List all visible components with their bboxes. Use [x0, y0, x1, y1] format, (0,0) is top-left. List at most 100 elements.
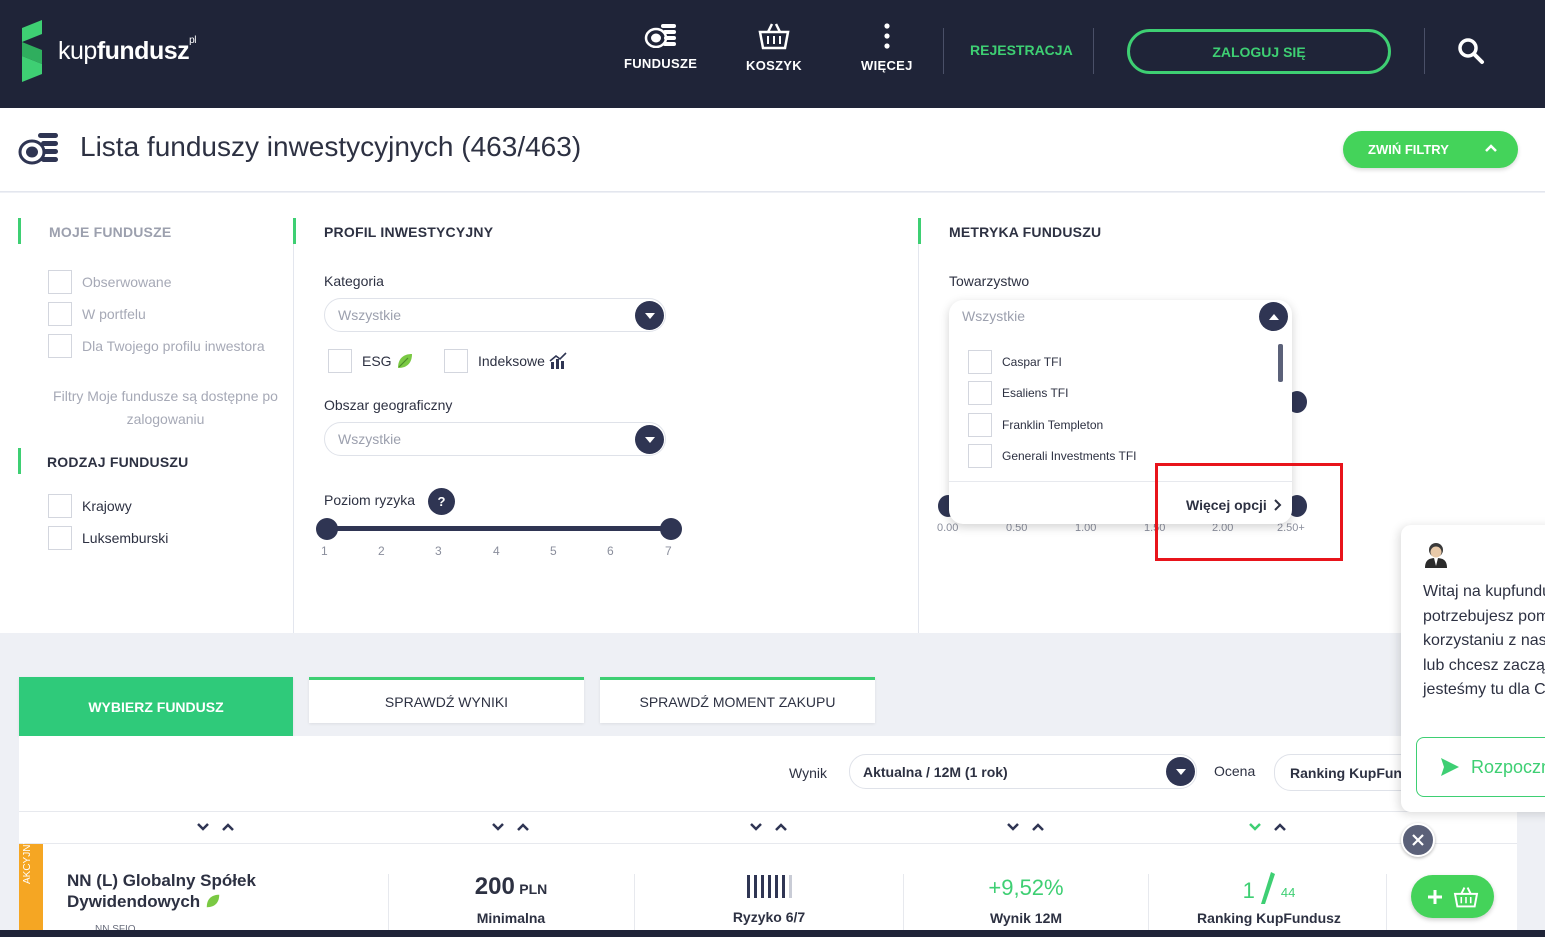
risk-slider-max-handle[interactable]: [660, 518, 682, 540]
filter-label: Luksemburski: [82, 530, 169, 546]
category-select[interactable]: Wszystkie: [324, 298, 666, 332]
slash-leaf-icon: [1260, 872, 1275, 904]
logo[interactable]: kupfunduszpl: [18, 20, 196, 82]
login-button[interactable]: ZALOGUJ SIĘ: [1127, 29, 1391, 74]
risk-slider-min-handle[interactable]: [316, 518, 338, 540]
risk-tick: 4: [493, 544, 500, 558]
chevron-up-icon[interactable]: [1259, 302, 1288, 331]
filter-luxembourg[interactable]: Luksemburski: [48, 526, 168, 550]
help-icon[interactable]: ?: [428, 488, 455, 515]
fund-name[interactable]: NN (L) Globalny Spółek Dywidendowych: [67, 870, 327, 912]
risk-slider-track[interactable]: [326, 526, 670, 531]
nav-basket[interactable]: KOSZYK: [746, 22, 802, 73]
filter-label: W portfelu: [82, 306, 146, 322]
divider: [634, 874, 635, 937]
category-label: AKCYJNY: [22, 837, 33, 884]
dropdown-scrollbar[interactable]: [1278, 344, 1283, 382]
tab-choose-fund[interactable]: WYBIERZ FUNDUSZ: [19, 677, 293, 736]
chevron-down-icon[interactable]: [1166, 757, 1195, 786]
section-accent: [18, 218, 21, 244]
category-value: Wszystkie: [338, 307, 401, 323]
category-strip: AKCYJNY: [19, 838, 43, 937]
checkbox[interactable]: [968, 350, 992, 374]
table-row[interactable]: AKCYJNY NN (L) Globalny Spółek Dywidendo…: [19, 838, 1517, 937]
result-12m: +9,52% Wynik 12M: [926, 875, 1126, 926]
nav-divider: [1424, 28, 1425, 74]
filter-domestic[interactable]: Krajowy: [48, 494, 132, 518]
nav-funds[interactable]: FUNDUSZE: [624, 22, 697, 71]
top-navbar: kupfunduszpl FUNDUSZE KOSZYK WIĘCEJ REJE…: [0, 0, 1545, 108]
nav-more[interactable]: WIĘCEJ: [861, 22, 913, 73]
page-title: Lista funduszy inwestycyjnych (463/463): [80, 131, 582, 162]
nav-funds-label: FUNDUSZE: [624, 56, 698, 71]
chevron-down-icon[interactable]: [635, 425, 664, 454]
company-value: Wszystkie: [962, 308, 1025, 324]
min-value: 200: [474, 873, 515, 900]
checkbox[interactable]: [968, 381, 992, 405]
avatar: [1425, 543, 1447, 568]
chat-line: korzystaniu z naszego serwisu: [1423, 632, 1545, 649]
result-period-select[interactable]: Aktualna / 12M (1 rok): [849, 754, 1197, 789]
checkbox[interactable]: [48, 494, 72, 518]
collapse-filters-label: ZWIŃ FILTRY: [1368, 142, 1449, 157]
checkbox[interactable]: [48, 302, 72, 326]
risk-bars: [669, 875, 869, 900]
collapse-filters-button[interactable]: ZWIŃ FILTRY: [1343, 131, 1518, 168]
sort-arrows-icon[interactable]: [196, 820, 236, 834]
risk-tick: 2: [378, 544, 385, 558]
logo-text: kupfunduszpl: [58, 34, 196, 65]
close-chat-button[interactable]: [1401, 823, 1435, 857]
dropdown-option[interactable]: Franklin Templeton: [968, 413, 1103, 437]
start-chat-button[interactable]: Rozpocznij: [1416, 737, 1545, 797]
chevron-down-icon[interactable]: [635, 301, 664, 330]
checkbox[interactable]: [48, 270, 72, 294]
tab-check-buy-moment[interactable]: SPRAWDŹ MOMENT ZAKUPU: [600, 677, 875, 723]
company-label: Towarzystwo: [949, 273, 1030, 289]
geo-select[interactable]: Wszystkie: [324, 422, 666, 456]
filter-esg[interactable]: ESG: [328, 349, 414, 373]
fund-name-text: NN (L) Globalny Spółek Dywidendowych: [67, 871, 256, 911]
results-table: Wynik Aktualna / 12M (1 rok) Ocena Ranki…: [19, 736, 1517, 937]
risk-bar: [767, 875, 771, 898]
filter-label: ESG: [362, 353, 392, 369]
dropdown-option[interactable]: Caspar TFI: [968, 350, 1062, 374]
option-label: Generali Investments TFI: [1002, 449, 1137, 463]
filter-label: Krajowy: [82, 498, 132, 514]
checkbox[interactable]: [328, 349, 352, 373]
search-icon[interactable]: [1457, 37, 1485, 65]
min-caption: Minimalna: [476, 910, 546, 926]
sort-arrows-icon[interactable]: [1006, 820, 1046, 834]
chat-widget: Witaj na kupfundusz.pl! Jeśli potrzebuje…: [1401, 525, 1545, 812]
filter-for-profile[interactable]: Dla Twojego profilu inwestora: [48, 334, 265, 358]
filter-in-portfolio[interactable]: W portfelu: [48, 302, 146, 326]
dropdown-option[interactable]: Generali Investments TFI: [968, 444, 1137, 468]
divider: [1148, 874, 1149, 937]
add-to-cart-button[interactable]: [1411, 875, 1494, 918]
min-investment: 200 PLN Minimalna: [411, 873, 611, 926]
basket-icon: [1453, 886, 1478, 907]
filter-watched[interactable]: Obserwowane: [48, 270, 172, 294]
tab-check-results[interactable]: SPRAWDŹ WYNIKI: [309, 677, 584, 723]
checkbox[interactable]: [444, 349, 468, 373]
result-label: Wynik: [789, 765, 827, 781]
checkbox[interactable]: [968, 444, 992, 468]
section-accent: [293, 218, 296, 244]
dropdown-option[interactable]: Esaliens TFI: [968, 381, 1068, 405]
risk-tick: 1: [321, 544, 328, 558]
sort-arrows-icon[interactable]: [749, 820, 789, 834]
result-caption: Wynik 12M: [989, 910, 1063, 926]
register-link[interactable]: REJESTRACJA: [970, 42, 1073, 58]
checkbox[interactable]: [968, 413, 992, 437]
divider: [388, 874, 389, 937]
option-label: Franklin Templeton: [1002, 418, 1104, 432]
checkbox[interactable]: [48, 334, 72, 358]
risk-bar: [774, 875, 778, 898]
column-divider: [918, 218, 919, 633]
sort-arrows-icon[interactable]: [1248, 820, 1288, 834]
chat-line: lub chcesz zacząć inwestować,: [1423, 656, 1545, 674]
sort-row: [19, 811, 1517, 844]
checkbox[interactable]: [48, 526, 72, 550]
filter-index[interactable]: Indeksowe: [444, 349, 567, 373]
sort-arrows-icon[interactable]: [491, 820, 531, 834]
rank-caption: Ranking KupFundusz: [1197, 910, 1341, 926]
